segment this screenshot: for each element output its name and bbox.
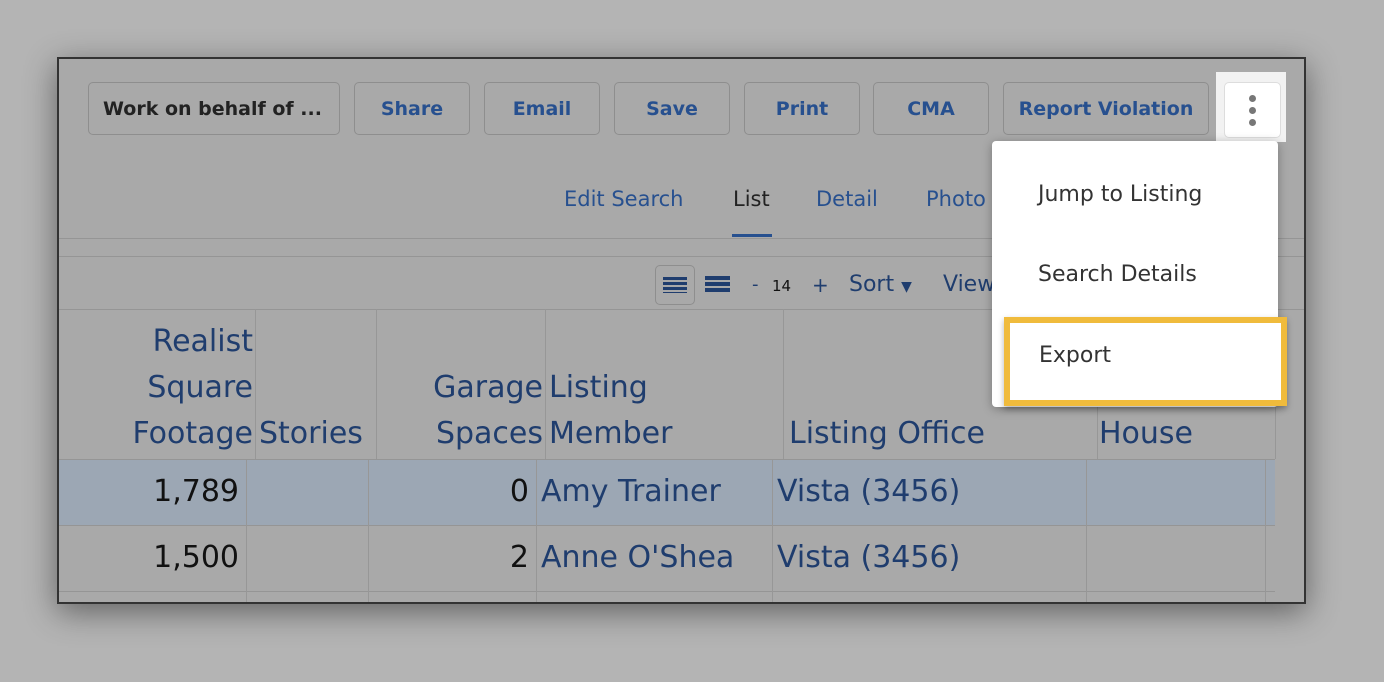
column-divider bbox=[246, 460, 247, 602]
column-divider bbox=[1265, 460, 1266, 602]
header-line: Member bbox=[549, 416, 673, 451]
tab-photo[interactable]: Photo bbox=[926, 187, 986, 211]
cell-garage: 2 bbox=[509, 540, 529, 575]
tab-list[interactable]: List bbox=[733, 187, 770, 211]
tab-detail[interactable]: Detail bbox=[816, 187, 878, 211]
save-button[interactable]: Save bbox=[614, 82, 730, 135]
header-line: Footage bbox=[132, 416, 253, 451]
list-lines-icon bbox=[663, 277, 687, 293]
sort-label: Sort bbox=[849, 272, 895, 297]
list-view-button[interactable] bbox=[655, 265, 695, 305]
vertical-ellipsis-icon bbox=[1249, 94, 1256, 102]
menu-item-search-details[interactable]: Search Details bbox=[1038, 262, 1197, 287]
more-options-button[interactable] bbox=[1224, 82, 1281, 138]
email-button[interactable]: Email bbox=[484, 82, 600, 135]
ellipsis-dot bbox=[1249, 118, 1256, 126]
detailed-list-icon[interactable] bbox=[705, 276, 730, 292]
ellipsis-dot bbox=[1249, 106, 1256, 114]
report-violation-button[interactable]: Report Violation bbox=[1003, 82, 1209, 135]
header-listing-office[interactable]: Listing Office bbox=[789, 411, 985, 457]
column-divider bbox=[545, 309, 546, 459]
active-tab-indicator bbox=[732, 234, 772, 237]
view-button[interactable]: View bbox=[943, 272, 995, 297]
table-row[interactable]: 1,500 2 Anne O'Shea Vista (3456) bbox=[59, 526, 1275, 592]
column-divider bbox=[536, 460, 537, 602]
header-garage-spaces[interactable]: Garage Spaces bbox=[377, 365, 543, 457]
table-row[interactable]: 1,789 0 Amy Trainer Vista (3456) bbox=[59, 460, 1275, 526]
column-divider bbox=[376, 309, 377, 459]
menu-item-jump-to-listing[interactable]: Jump to Listing bbox=[1038, 182, 1202, 207]
share-button[interactable]: Share bbox=[354, 82, 470, 135]
header-realist-sqft[interactable]: Realist Square Footage bbox=[59, 319, 253, 457]
column-divider bbox=[783, 309, 784, 459]
cell-listing-member[interactable]: Amy Trainer bbox=[541, 460, 721, 524]
cell-listing-office[interactable]: Vista (3456) bbox=[777, 460, 960, 524]
cell-garage: 0 bbox=[509, 474, 529, 509]
header-house[interactable]: House bbox=[1099, 411, 1193, 457]
cell-sqft: 1,789 bbox=[153, 474, 239, 509]
increase-button[interactable]: + bbox=[812, 273, 829, 297]
header-line: Listing bbox=[549, 370, 648, 405]
header-listing-member[interactable]: Listing Member bbox=[549, 365, 672, 457]
column-divider bbox=[255, 309, 256, 459]
header-line: Spaces bbox=[435, 416, 543, 451]
tab-edit-search[interactable]: Edit Search bbox=[564, 187, 684, 211]
menu-item-export[interactable]: Export bbox=[1004, 317, 1287, 406]
header-line: Garage bbox=[433, 370, 543, 405]
header-line: Square bbox=[147, 370, 253, 405]
sort-button[interactable]: Sort ▼ bbox=[849, 272, 912, 297]
cell-listing-office[interactable]: Vista (3456) bbox=[777, 526, 960, 590]
decrease-button[interactable]: - bbox=[752, 274, 759, 295]
column-divider bbox=[772, 460, 773, 602]
cell-listing-member[interactable]: Anne O'Shea bbox=[541, 526, 734, 590]
print-button[interactable]: Print bbox=[744, 82, 860, 135]
work-on-behalf-button[interactable]: Work on behalf of ... bbox=[88, 82, 340, 135]
export-label: Export bbox=[1039, 343, 1112, 368]
header-stories[interactable]: Stories bbox=[259, 411, 363, 457]
header-line: Realist bbox=[152, 324, 253, 359]
chevron-down-icon: ▼ bbox=[901, 279, 912, 295]
cma-button[interactable]: CMA bbox=[873, 82, 989, 135]
cell-sqft: 1,500 bbox=[153, 540, 239, 575]
column-divider bbox=[1086, 460, 1087, 602]
column-divider bbox=[368, 460, 369, 602]
page-size-value: 14 bbox=[772, 277, 792, 295]
